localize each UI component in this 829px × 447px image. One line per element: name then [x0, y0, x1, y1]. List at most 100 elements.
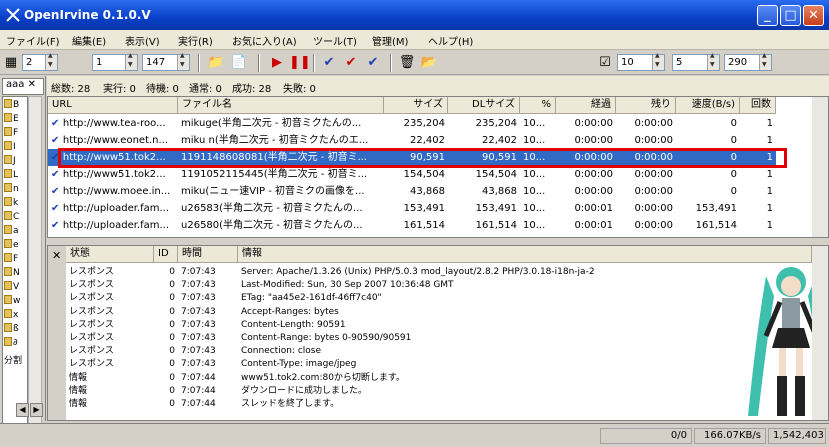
col-count[interactable]: 回数 — [740, 97, 776, 114]
menu-tools[interactable]: ツール(T) — [313, 33, 357, 48]
folder-icon[interactable]: 📂 — [420, 54, 438, 72]
menu-file[interactable]: ファイル(F) — [6, 33, 60, 48]
spin-limit[interactable]: 147 — [142, 52, 190, 71]
stat-running: 実行: 0 — [103, 84, 136, 95]
left-arrow-icon[interactable]: ◀ — [16, 403, 29, 417]
maximize-button[interactable]: □ — [780, 5, 801, 26]
spin-max[interactable]: 290 — [724, 52, 772, 71]
col-filename[interactable]: ファイル名 — [178, 97, 384, 114]
log-cell-time: 7:07:43 — [181, 359, 216, 370]
cell-speed: 153,491 — [695, 203, 737, 214]
check-red-icon[interactable]: ✔ — [342, 54, 360, 72]
close-icon[interactable]: ✕ — [28, 79, 36, 90]
col-percent[interactable]: % — [520, 97, 556, 114]
col-elapsed[interactable]: 経過 — [556, 97, 616, 114]
log-col-time[interactable]: 時間 — [178, 246, 238, 263]
check-abc-icon[interactable]: ✔ — [364, 54, 382, 72]
log-cell-id: 0 — [169, 346, 175, 357]
folder-tree[interactable]: B E F I J L n k C a e F N V w x ß ∂ 分割 — [2, 96, 28, 446]
close-log-icon[interactable]: ✕ — [52, 249, 61, 262]
log-cell-status: レスポンス — [69, 306, 114, 317]
title-bar[interactable]: OpenIrvine 0.1.0.V _ □ ✕ — [0, 0, 829, 30]
log-cell-time: 7:07:44 — [181, 372, 216, 383]
left-tab[interactable]: aaa ✕ — [2, 78, 44, 95]
col-size[interactable]: サイズ — [384, 97, 448, 114]
menu-manage[interactable]: 管理(M) — [372, 33, 408, 48]
import-icon[interactable]: 📄 — [230, 54, 248, 72]
check-icon[interactable]: ✔ — [320, 54, 338, 72]
cell-dlsize: 22,402 — [482, 135, 517, 146]
cell-percent: 10... — [523, 135, 546, 146]
menu-run[interactable]: 実行(R) — [178, 33, 213, 48]
cell-remaining: 0:00:00 — [634, 135, 673, 146]
menu-bar: ファイル(F) 編集(E) 表示(V) 実行(R) お気に入り(A) ツール(T… — [0, 30, 829, 50]
cell-url: ✔ http://www.moee.in... — [51, 186, 171, 197]
col-dlsize[interactable]: DLサイズ — [448, 97, 520, 114]
checkmark-icon: ✔ — [51, 118, 63, 129]
log-cell-status: 情報 — [69, 385, 88, 396]
log-cell-time: 7:07:43 — [181, 333, 216, 343]
log-cell-id: 0 — [169, 333, 175, 343]
col-speed[interactable]: 速度(B/s) — [676, 97, 740, 114]
minimize-button[interactable]: _ — [757, 5, 778, 26]
log-panel: ✕ 状態 ID 時間 情報 レスポンス 0 7:07:43 Server: Apach… — [47, 245, 829, 421]
log-cell-id: 0 — [169, 399, 175, 409]
spin-threads[interactable]: 2 — [22, 52, 58, 71]
play-icon[interactable]: ▶ — [268, 54, 286, 72]
settings-icon[interactable]: ☑ — [596, 54, 614, 72]
log-cell-status: レスポンス — [69, 319, 114, 330]
cell-size: 22,402 — [410, 135, 445, 146]
menu-favorites[interactable]: お気に入り(A) — [232, 33, 297, 48]
tree-scrollbar[interactable] — [28, 96, 42, 446]
col-url[interactable]: URL — [48, 97, 178, 114]
highlight-box — [58, 148, 787, 168]
download-list[interactable]: URL ファイル名 サイズ DLサイズ % 経過 残り 速度(B/s) 回数 ✔… — [47, 96, 829, 238]
log-col-id[interactable]: ID — [154, 246, 178, 263]
cell-percent: 10... — [523, 220, 546, 231]
trash-icon[interactable]: 🗑 — [398, 54, 416, 72]
log-cell-time: 7:07:43 — [181, 293, 216, 304]
stat-total: 総数: 28 — [51, 84, 91, 95]
cell-speed: 0 — [730, 186, 737, 197]
cell-percent: 10... — [523, 203, 546, 214]
log-cell-time: 7:07:43 — [181, 306, 216, 317]
left-nav-buttons: ◀ ▶ — [2, 403, 44, 421]
log-cell-time: 7:07:43 — [181, 267, 216, 277]
log-col-status[interactable]: 状態 — [66, 246, 154, 263]
log-cell-id: 0 — [169, 306, 175, 317]
right-arrow-icon[interactable]: ▶ — [30, 403, 43, 417]
menu-help[interactable]: ヘルプ(H) — [428, 33, 473, 48]
log-cell-info: Connection: close — [241, 346, 321, 357]
folder-open-icon[interactable]: 📁 — [207, 54, 225, 72]
log-cell-id: 0 — [169, 359, 175, 370]
status-bar: 0/0 166.07KB/s 1,542,403 — [0, 423, 829, 447]
grid-scrollbar[interactable] — [812, 97, 828, 237]
checkmark-icon: ✔ — [51, 186, 63, 197]
checkmark-icon: ✔ — [51, 169, 63, 180]
cell-count: 1 — [766, 220, 773, 231]
toolbar: ▦ 2 1 147 📁 📄 ▶ ❚❚ ✔ ✔ ✔ 🗑 📂 ☑ 10 5 290 — [0, 51, 829, 75]
status-speed: 166.07KB/s — [694, 428, 766, 444]
pause-icon[interactable]: ❚❚ — [289, 54, 311, 72]
grid-icon[interactable]: ▦ — [2, 54, 20, 72]
log-col-info[interactable]: 情報 — [238, 246, 812, 263]
spin-interval[interactable]: 5 — [672, 52, 720, 71]
spin-timeout[interactable]: 10 — [617, 52, 665, 71]
col-remaining[interactable]: 残り — [616, 97, 676, 114]
cell-size: 235,204 — [403, 118, 445, 129]
menu-view[interactable]: 表示(V) — [125, 33, 160, 48]
spin-retries[interactable]: 1 — [92, 52, 138, 71]
cell-elapsed: 0:00:00 — [574, 118, 613, 129]
cell-size: 161,514 — [403, 220, 445, 231]
log-cell-time: 7:07:44 — [181, 399, 216, 409]
log-cell-status: レスポンス — [69, 346, 114, 357]
cell-dlsize: 153,491 — [475, 203, 517, 214]
log-cell-info: Content-Type: image/jpeg — [241, 359, 357, 370]
cell-dlsize: 161,514 — [475, 220, 517, 231]
log-cell-status: レスポンス — [69, 359, 114, 370]
log-cell-time: 7:07:44 — [181, 385, 216, 396]
close-button[interactable]: ✕ — [803, 5, 824, 26]
log-cell-id: 0 — [169, 267, 175, 277]
log-scrollbar[interactable] — [812, 246, 828, 420]
menu-edit[interactable]: 編集(E) — [72, 33, 106, 48]
